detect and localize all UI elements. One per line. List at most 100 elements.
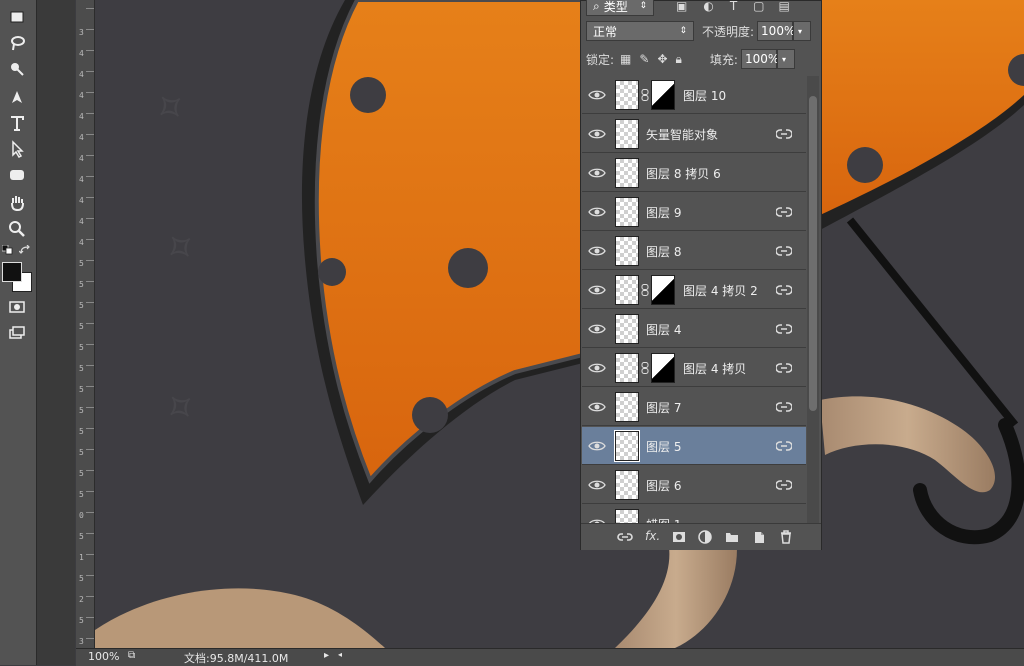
opacity-dropdown-button[interactable]: ▾	[793, 21, 812, 41]
ruler-tick	[86, 617, 94, 618]
layer-mask-thumbnail[interactable]	[651, 353, 675, 383]
layer-row[interactable]: 矢量智能对象	[582, 115, 806, 153]
mask-link-icon[interactable]	[641, 89, 649, 101]
layer-mask-thumbnail[interactable]	[651, 275, 675, 305]
swap-colors-icon[interactable]	[18, 244, 31, 254]
shape-tool-icon[interactable]	[4, 164, 30, 186]
layer-row[interactable]: 图层 9	[582, 193, 806, 231]
layer-row[interactable]: 图层 5	[582, 427, 806, 465]
document-canvas[interactable]: ⟡ ⟡ ⟡	[95, 0, 1024, 648]
visibility-eye-icon[interactable]	[588, 438, 606, 454]
layer-name[interactable]: 图层 4 拷贝	[683, 360, 746, 377]
path-select-icon[interactable]	[4, 138, 30, 160]
layer-name[interactable]: 蜡图 1	[646, 516, 681, 523]
default-colors-icon[interactable]	[1, 244, 14, 255]
scroll-left-icon[interactable]: ◂	[338, 650, 342, 659]
visibility-eye-icon[interactable]	[588, 399, 606, 415]
visibility-eye-icon[interactable]	[588, 87, 606, 103]
adjustment-layer-icon[interactable]	[697, 529, 713, 545]
filter-pixel-icon[interactable]: ▣	[676, 0, 687, 13]
visibility-eye-icon[interactable]	[588, 516, 606, 523]
layer-row[interactable]: 图层 4	[582, 310, 806, 348]
filter-shape-icon[interactable]: ▢	[753, 0, 764, 13]
layer-thumbnail[interactable]	[615, 275, 639, 305]
layer-name[interactable]: 图层 7	[646, 399, 681, 416]
delete-layer-icon[interactable]	[778, 529, 794, 545]
layer-thumbnail[interactable]	[615, 509, 639, 523]
status-arrow-icon[interactable]: ▸	[324, 650, 329, 661]
layer-thumbnail[interactable]	[615, 392, 639, 422]
layer-row[interactable]: 图层 6	[582, 466, 806, 504]
lock-paint-icon[interactable]: ✎	[639, 52, 649, 66]
filter-adjust-icon[interactable]: ◐	[703, 0, 713, 13]
layer-name[interactable]: 图层 8	[646, 243, 681, 260]
zoom-tool-icon[interactable]	[4, 218, 30, 240]
visibility-eye-icon[interactable]	[588, 477, 606, 493]
layer-name[interactable]: 图层 9	[646, 204, 681, 221]
pen-tool-icon[interactable]	[4, 86, 30, 108]
ruler-tick	[86, 50, 94, 51]
quick-mask-icon[interactable]	[4, 296, 30, 318]
layer-thumbnail[interactable]	[614, 430, 640, 462]
layer-thumbnail[interactable]	[615, 353, 639, 383]
layer-thumbnail[interactable]	[615, 158, 639, 188]
scrollbar-thumb[interactable]	[809, 96, 817, 411]
filter-type-icon[interactable]: T	[730, 0, 737, 13]
foreground-color-swatch[interactable]	[2, 262, 22, 282]
layer-name[interactable]: 图层 5	[646, 438, 681, 455]
layer-row[interactable]: 图层 4 拷贝	[582, 349, 806, 387]
layer-thumbnail[interactable]	[615, 470, 639, 500]
status-menu-icon[interactable]: ⧉	[128, 650, 135, 661]
fx-icon[interactable]: fx.	[645, 529, 660, 543]
layer-row[interactable]: 图层 4 拷贝 2	[582, 271, 806, 309]
visibility-eye-icon[interactable]	[588, 243, 606, 259]
zoom-level[interactable]: 100%	[88, 650, 119, 663]
layer-name[interactable]: 图层 6	[646, 477, 681, 494]
layer-name[interactable]: 图层 10	[683, 87, 726, 104]
layer-name[interactable]: 图层 4 拷贝 2	[683, 282, 758, 299]
new-layer-icon[interactable]	[751, 529, 767, 545]
visibility-eye-icon[interactable]	[588, 321, 606, 337]
fill-dropdown-button[interactable]: ▾	[776, 49, 795, 69]
layer-row[interactable]: 图层 8	[582, 232, 806, 270]
layer-thumbnail[interactable]	[615, 197, 639, 227]
layer-name[interactable]: 图层 4	[646, 321, 681, 338]
lock-transparent-icon[interactable]: ▦	[620, 52, 631, 66]
visibility-eye-icon[interactable]	[588, 165, 606, 181]
screen-mode-icon[interactable]	[4, 322, 30, 344]
visibility-eye-icon[interactable]	[588, 282, 606, 298]
layers-scrollbar[interactable]	[807, 76, 819, 523]
hand-tool-icon[interactable]	[4, 192, 30, 214]
visibility-eye-icon[interactable]	[588, 126, 606, 142]
layer-link-icon	[775, 128, 793, 140]
add-mask-icon[interactable]	[671, 529, 687, 545]
filter-dropdown[interactable]: ⌕ 类型 ⇕	[586, 0, 654, 16]
layer-thumbnail[interactable]	[615, 236, 639, 266]
mask-link-icon[interactable]	[641, 362, 649, 374]
layer-row[interactable]: 图层 8 拷贝 6	[582, 154, 806, 192]
layer-thumbnail[interactable]	[615, 80, 639, 110]
visibility-eye-icon[interactable]	[588, 204, 606, 220]
fill-input[interactable]: 100%	[740, 49, 779, 69]
mask-link-icon[interactable]	[641, 284, 649, 296]
layer-mask-thumbnail[interactable]	[651, 80, 675, 110]
new-group-icon[interactable]	[724, 529, 740, 545]
lock-all-icon[interactable]: 🔒︎	[676, 52, 682, 67]
quick-select-icon[interactable]	[4, 58, 30, 80]
opacity-input[interactable]: 100%	[757, 21, 795, 41]
layer-thumbnail[interactable]	[615, 119, 639, 149]
type-tool-icon[interactable]	[4, 112, 30, 134]
layer-name[interactable]: 矢量智能对象	[646, 126, 718, 143]
layer-row[interactable]: 图层 7	[582, 388, 806, 426]
lock-position-icon[interactable]: ✥	[657, 52, 667, 66]
lasso-tool-icon[interactable]	[4, 32, 30, 54]
link-layers-icon[interactable]	[617, 529, 633, 545]
layer-thumbnail[interactable]	[615, 314, 639, 344]
marquee-tool-icon[interactable]	[4, 6, 30, 28]
layer-row[interactable]: 图层 10	[582, 76, 806, 114]
blend-mode-dropdown[interactable]: 正常 ⇕	[586, 21, 694, 41]
filter-smart-icon[interactable]: ▤	[779, 0, 790, 13]
layer-row[interactable]: 蜡图 1	[582, 505, 806, 523]
visibility-eye-icon[interactable]	[588, 360, 606, 376]
layer-name[interactable]: 图层 8 拷贝 6	[646, 165, 721, 182]
